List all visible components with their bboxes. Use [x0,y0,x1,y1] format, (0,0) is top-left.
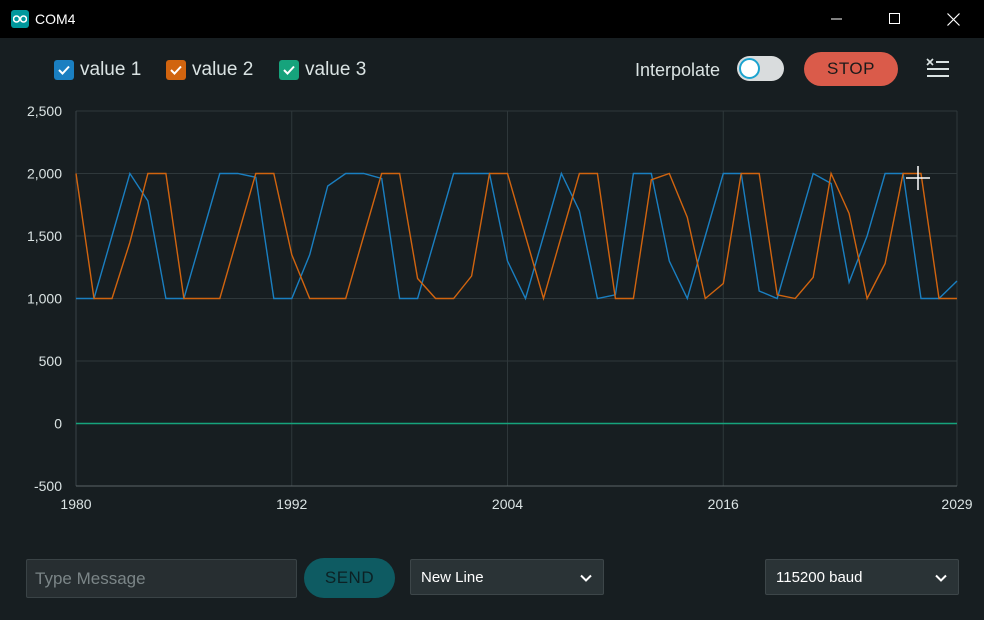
interpolate-label: Interpolate [635,60,721,80]
y-tick-label: 0 [54,416,62,432]
y-tick-label: 500 [39,353,63,369]
baud-rate-select[interactable]: 115200 baud [765,559,959,595]
x-tick-label: 1992 [276,496,307,512]
maximize-icon [889,13,900,24]
toggle-knob [739,58,760,79]
x-tick-label: 2029 [941,496,972,512]
chevron-down-icon [935,574,947,582]
y-tick-label: 1,000 [27,291,62,307]
send-button[interactable]: SEND [304,558,395,598]
legend-label: value 2 [192,59,254,80]
chevron-down-icon [580,574,592,582]
y-tick-label: -500 [34,478,62,494]
message-input[interactable] [26,559,297,598]
window-title: COM4 [35,11,76,27]
baud-rate-value: 115200 baud [776,568,863,586]
line-ending-value: New Line [421,568,484,586]
checkbox-value-2[interactable] [166,60,186,80]
minimize-icon [831,18,842,20]
arduino-logo-icon [11,10,29,28]
x-tick-label: 2004 [492,496,523,512]
y-tick-label: 1,500 [27,228,62,244]
interpolate-toggle[interactable] [737,56,784,81]
close-icon [946,12,960,26]
legend-label: value 3 [305,59,367,80]
legend-item-value-3[interactable]: value 3 [279,59,366,81]
title-bar: COM4 [0,0,984,38]
legend-label: value 1 [80,59,142,80]
maximize-button[interactable] [866,0,924,38]
line-ending-select[interactable]: New Line [410,559,604,595]
clear-output-button[interactable] [925,57,951,81]
stop-button[interactable]: STOP [804,52,898,86]
checkbox-value-1[interactable] [54,60,74,80]
x-tick-label: 1980 [60,496,91,512]
check-icon [283,65,295,75]
clear-list-icon [926,58,949,77]
close-button[interactable] [924,0,982,38]
check-icon [170,65,182,75]
legend-item-value-1[interactable]: value 1 [54,59,141,81]
checkbox-value-3[interactable] [279,60,299,80]
y-tick-label: 2,500 [27,103,62,119]
check-icon [58,65,70,75]
serial-plot-chart: -500 0 500 1,000 1,500 2,000 2,500 1980 1992 2004… [27,103,973,512]
x-tick-label: 2016 [708,496,739,512]
y-tick-label: 2,000 [27,166,62,182]
minimize-button[interactable] [808,0,866,38]
legend-item-value-2[interactable]: value 2 [166,59,253,81]
